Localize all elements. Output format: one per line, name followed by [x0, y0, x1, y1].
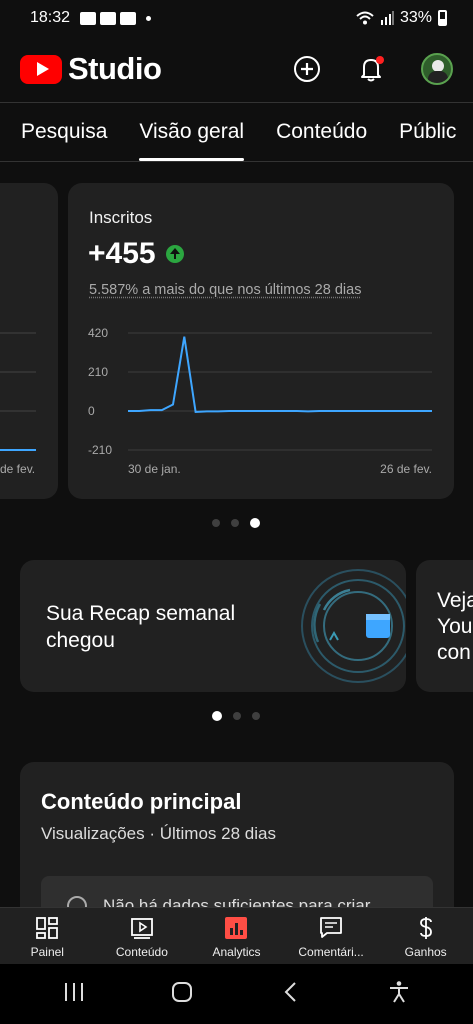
- notifications-button[interactable]: [357, 55, 385, 83]
- x-tick-label: 26 de fev.: [380, 462, 432, 476]
- recap-text: Sua Recap semanal chegou: [46, 600, 266, 654]
- section-subtitle: Visualizações · Últimos 28 dias: [41, 824, 276, 844]
- subscribers-card[interactable]: Inscritos +455 5.587% a mais do que nos …: [68, 183, 454, 499]
- previous-metric-card[interactable]: de fev.: [0, 183, 58, 499]
- recent-apps-icon: [62, 981, 86, 1003]
- logo-text: Studio: [68, 51, 161, 87]
- accessibility-button[interactable]: [387, 980, 411, 1009]
- nav-label: Analytics: [212, 945, 260, 959]
- back-button[interactable]: [279, 980, 303, 1009]
- tabs-divider: [0, 161, 473, 162]
- previous-x-label: de fev.: [0, 462, 35, 476]
- nav-content[interactable]: Conteúdo: [95, 908, 190, 964]
- carousel-dot[interactable]: [212, 711, 222, 721]
- signal-icon: [380, 11, 394, 25]
- more-notifications-icon: [146, 16, 151, 21]
- home-button[interactable]: [170, 980, 194, 1009]
- battery-percent: 33%: [400, 9, 432, 27]
- x-tick-label: 30 de jan.: [128, 462, 181, 476]
- notification-icons: [80, 12, 151, 25]
- youtube-studio-logo[interactable]: Studio: [20, 51, 161, 87]
- dashboard-icon: [34, 916, 60, 940]
- add-icon: [293, 55, 321, 83]
- nav-analytics[interactable]: Analytics: [189, 908, 284, 964]
- next-card-text: Veja You con: [437, 588, 473, 666]
- dollar-icon: [413, 916, 439, 940]
- back-icon: [279, 980, 303, 1004]
- avatar[interactable]: [421, 53, 453, 85]
- create-button[interactable]: [293, 55, 321, 83]
- nav-dashboard[interactable]: Painel: [0, 908, 95, 964]
- nav-earnings[interactable]: Ganhos: [378, 908, 473, 964]
- comments-icon: [318, 916, 344, 940]
- nav-comments[interactable]: Comentári...: [284, 908, 379, 964]
- section-title: Conteúdo principal: [41, 789, 241, 815]
- y-tick-label: 0: [88, 404, 95, 418]
- carousel-dot[interactable]: [212, 519, 220, 527]
- app-header: Studio: [0, 36, 473, 102]
- y-tick-label: -210: [88, 443, 112, 457]
- status-time: 18:32: [30, 9, 70, 27]
- carousel-dot[interactable]: [233, 712, 241, 720]
- y-tick-label: 210: [88, 365, 108, 379]
- top-content-card: Conteúdo principal Visualizações · Últim…: [20, 762, 454, 922]
- carousel-dot[interactable]: [250, 518, 260, 528]
- carousel-dot[interactable]: [231, 519, 239, 527]
- content-icon: [129, 916, 155, 940]
- nav-label: Painel: [31, 945, 64, 959]
- carousel-indicator: [212, 519, 260, 528]
- gallery-icon: [80, 12, 96, 25]
- previous-chart: [0, 183, 58, 499]
- tab-research[interactable]: Pesquisa: [0, 103, 123, 161]
- youtube-logo-icon: [20, 55, 62, 84]
- nav-label: Ganhos: [405, 945, 447, 959]
- y-tick-label: 420: [88, 326, 108, 340]
- recap-carousel-indicator: [212, 712, 260, 721]
- status-bar: 18:32 33%: [0, 0, 473, 36]
- battery-icon: [438, 10, 447, 26]
- bottom-navigation: Painel Conteúdo Analytics Comentári... G…: [0, 907, 473, 964]
- tab-audience[interactable]: Públic: [383, 103, 472, 161]
- nav-label: Conteúdo: [116, 945, 168, 959]
- tab-content[interactable]: Conteúdo: [260, 103, 383, 161]
- notification-badge: [376, 56, 384, 64]
- system-navigation: [0, 964, 473, 1024]
- tab-overview[interactable]: Visão geral: [123, 103, 260, 161]
- youtube-icon: [120, 12, 136, 25]
- subscribers-line: [128, 337, 432, 412]
- recent-apps-button[interactable]: [62, 981, 86, 1008]
- home-icon: [170, 980, 194, 1004]
- carousel-dot[interactable]: [252, 712, 260, 720]
- accessibility-icon: [387, 980, 411, 1004]
- analytics-icon: [223, 916, 249, 940]
- youtube-icon: [100, 12, 116, 25]
- recap-calendar-icon: [290, 560, 406, 692]
- analytics-tabs: Pesquisa Visão geral Conteúdo Públic: [0, 103, 473, 161]
- next-card[interactable]: Veja You con: [416, 560, 473, 692]
- wifi-icon: [356, 11, 374, 25]
- subscribers-chart: 420 210 0 -210 30 de jan. 26 de fev.: [68, 183, 454, 499]
- status-right: 33%: [356, 9, 447, 27]
- weekly-recap-card[interactable]: Sua Recap semanal chegou: [20, 560, 406, 692]
- nav-label: Comentári...: [298, 945, 363, 959]
